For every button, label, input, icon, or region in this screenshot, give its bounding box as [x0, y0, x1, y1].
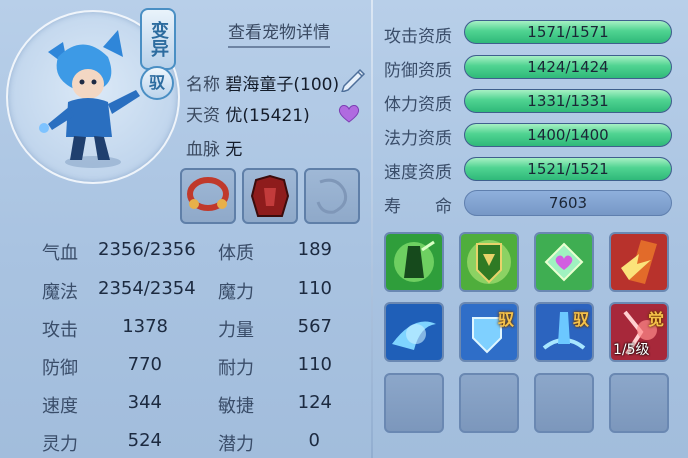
name-label: 名称: [186, 75, 220, 95]
name-value: 碧海童子(100): [225, 75, 340, 95]
aptitude-value-speed: 1521/1521: [527, 160, 609, 178]
skill-slot-1[interactable]: [384, 232, 444, 292]
equip-slot-armor[interactable]: [242, 168, 298, 224]
equip-slot-empty[interactable]: [304, 168, 360, 224]
life-value: 7603: [464, 190, 672, 216]
ride-badge: 驭: [140, 66, 174, 100]
aptitude-bar-stamina: 1331/1331: [464, 89, 672, 113]
skill-tag-ride-2: 驭: [572, 310, 589, 329]
skill-tag-awaken: 觉: [647, 310, 664, 329]
equip-slot-collar[interactable]: [180, 168, 236, 224]
view-pet-details-link[interactable]: 查看宠物详情: [228, 18, 330, 48]
stat-value-hp: 2356/2356: [98, 239, 196, 260]
attr-value-endurance: 110: [297, 354, 332, 375]
shadow-warrior-skill-icon: [386, 234, 442, 290]
bloodline-value: 无: [225, 140, 243, 160]
skill-slot-4[interactable]: [609, 232, 669, 292]
attr-value-agility: 124: [297, 392, 332, 413]
aptitude-value-mana: 1400/1400: [527, 126, 609, 144]
skill-slot-7[interactable]: 驭: [534, 302, 594, 362]
stat-label-mp: 魔法: [42, 282, 78, 303]
skill-slot-2[interactable]: [459, 232, 519, 292]
skill-level-badge: 1/5级: [613, 342, 650, 358]
attr-value-constitution: 189: [297, 239, 332, 260]
life-label: 寿 命: [384, 197, 452, 217]
stat-value-speed: 344: [127, 392, 162, 413]
stat-label-spirit: 灵力: [42, 434, 78, 455]
stat-value-mp: 2354/2354: [98, 278, 196, 299]
talent-row: 天资 优(15421): [186, 101, 310, 126]
water-slash-skill-icon: [386, 304, 442, 360]
aptitude-bar-mana: 1400/1400: [464, 123, 672, 147]
stat-label-speed: 速度: [42, 396, 78, 417]
stat-value-spirit: 524: [127, 430, 162, 451]
aptitude-label-attack: 攻击资质: [384, 27, 452, 47]
aptitude-label-defense: 防御资质: [384, 61, 452, 81]
talent-label: 天资: [186, 106, 220, 126]
collar-icon: [187, 177, 229, 211]
attr-label-magic: 魔力: [218, 282, 254, 303]
stat-value-defense: 770: [127, 354, 162, 375]
attr-value-potential: 0: [308, 430, 320, 451]
attr-label-agility: 敏捷: [218, 396, 254, 417]
stat-label-hp: 气血: [42, 243, 78, 264]
name-row: 名称 碧海童子(100): [186, 70, 339, 95]
armor-icon: [250, 174, 290, 217]
attr-value-magic: 110: [297, 278, 332, 299]
skill-slot-8[interactable]: 觉 1/5级: [609, 302, 669, 362]
skill-slot-5[interactable]: [384, 302, 444, 362]
skill-slot-empty-1[interactable]: [384, 373, 444, 433]
attr-label-endurance: 耐力: [218, 358, 254, 379]
panel-divider: [371, 0, 373, 458]
skill-slot-empty-4[interactable]: [609, 373, 669, 433]
aptitude-value-stamina: 1331/1331: [527, 92, 609, 110]
mutation-badge-label: 变异: [148, 21, 169, 57]
skill-slot-empty-2[interactable]: [459, 373, 519, 433]
empty-slot-icon: [316, 178, 348, 214]
skill-slot-3[interactable]: [534, 232, 594, 292]
aptitude-label-mana: 法力资质: [384, 129, 452, 149]
stat-label-attack: 攻击: [42, 320, 78, 341]
aptitude-label-speed: 速度资质: [384, 163, 452, 183]
attr-value-strength: 567: [297, 316, 332, 337]
heart-skill-icon: [536, 234, 592, 290]
aptitude-bar-defense: 1424/1424: [464, 55, 672, 79]
attr-label-constitution: 体质: [218, 243, 254, 264]
aptitude-value-defense: 1424/1424: [527, 58, 609, 76]
bloodline-row: 血脉 无: [186, 135, 242, 160]
heart-icon[interactable]: [337, 102, 361, 124]
bloodline-label: 血脉: [186, 140, 220, 160]
skill-tag-ride-1: 驭: [497, 310, 514, 329]
stat-value-attack: 1378: [122, 316, 168, 337]
flame-strike-skill-icon: [611, 234, 667, 290]
attr-label-strength: 力量: [218, 320, 254, 341]
aptitude-bar-speed: 1521/1521: [464, 157, 672, 181]
rename-pen-icon[interactable]: [338, 66, 368, 92]
talent-value: 优(15421): [225, 106, 310, 126]
aptitude-bar-attack: 1571/1571: [464, 20, 672, 44]
attr-label-potential: 潜力: [218, 434, 254, 455]
pet-panel: 变异 驭 查看宠物详情 名称 碧海童子(100) 天资 优(15421) 血脉 …: [0, 0, 688, 458]
stat-label-defense: 防御: [42, 358, 78, 379]
aptitude-label-stamina: 体力资质: [384, 95, 452, 115]
aptitude-value-attack: 1571/1571: [527, 23, 609, 41]
shield-banner-skill-icon: [461, 234, 517, 290]
mutation-badge: 变异: [140, 8, 176, 70]
skill-slot-6[interactable]: 驭: [459, 302, 519, 362]
skill-slot-empty-3[interactable]: [534, 373, 594, 433]
